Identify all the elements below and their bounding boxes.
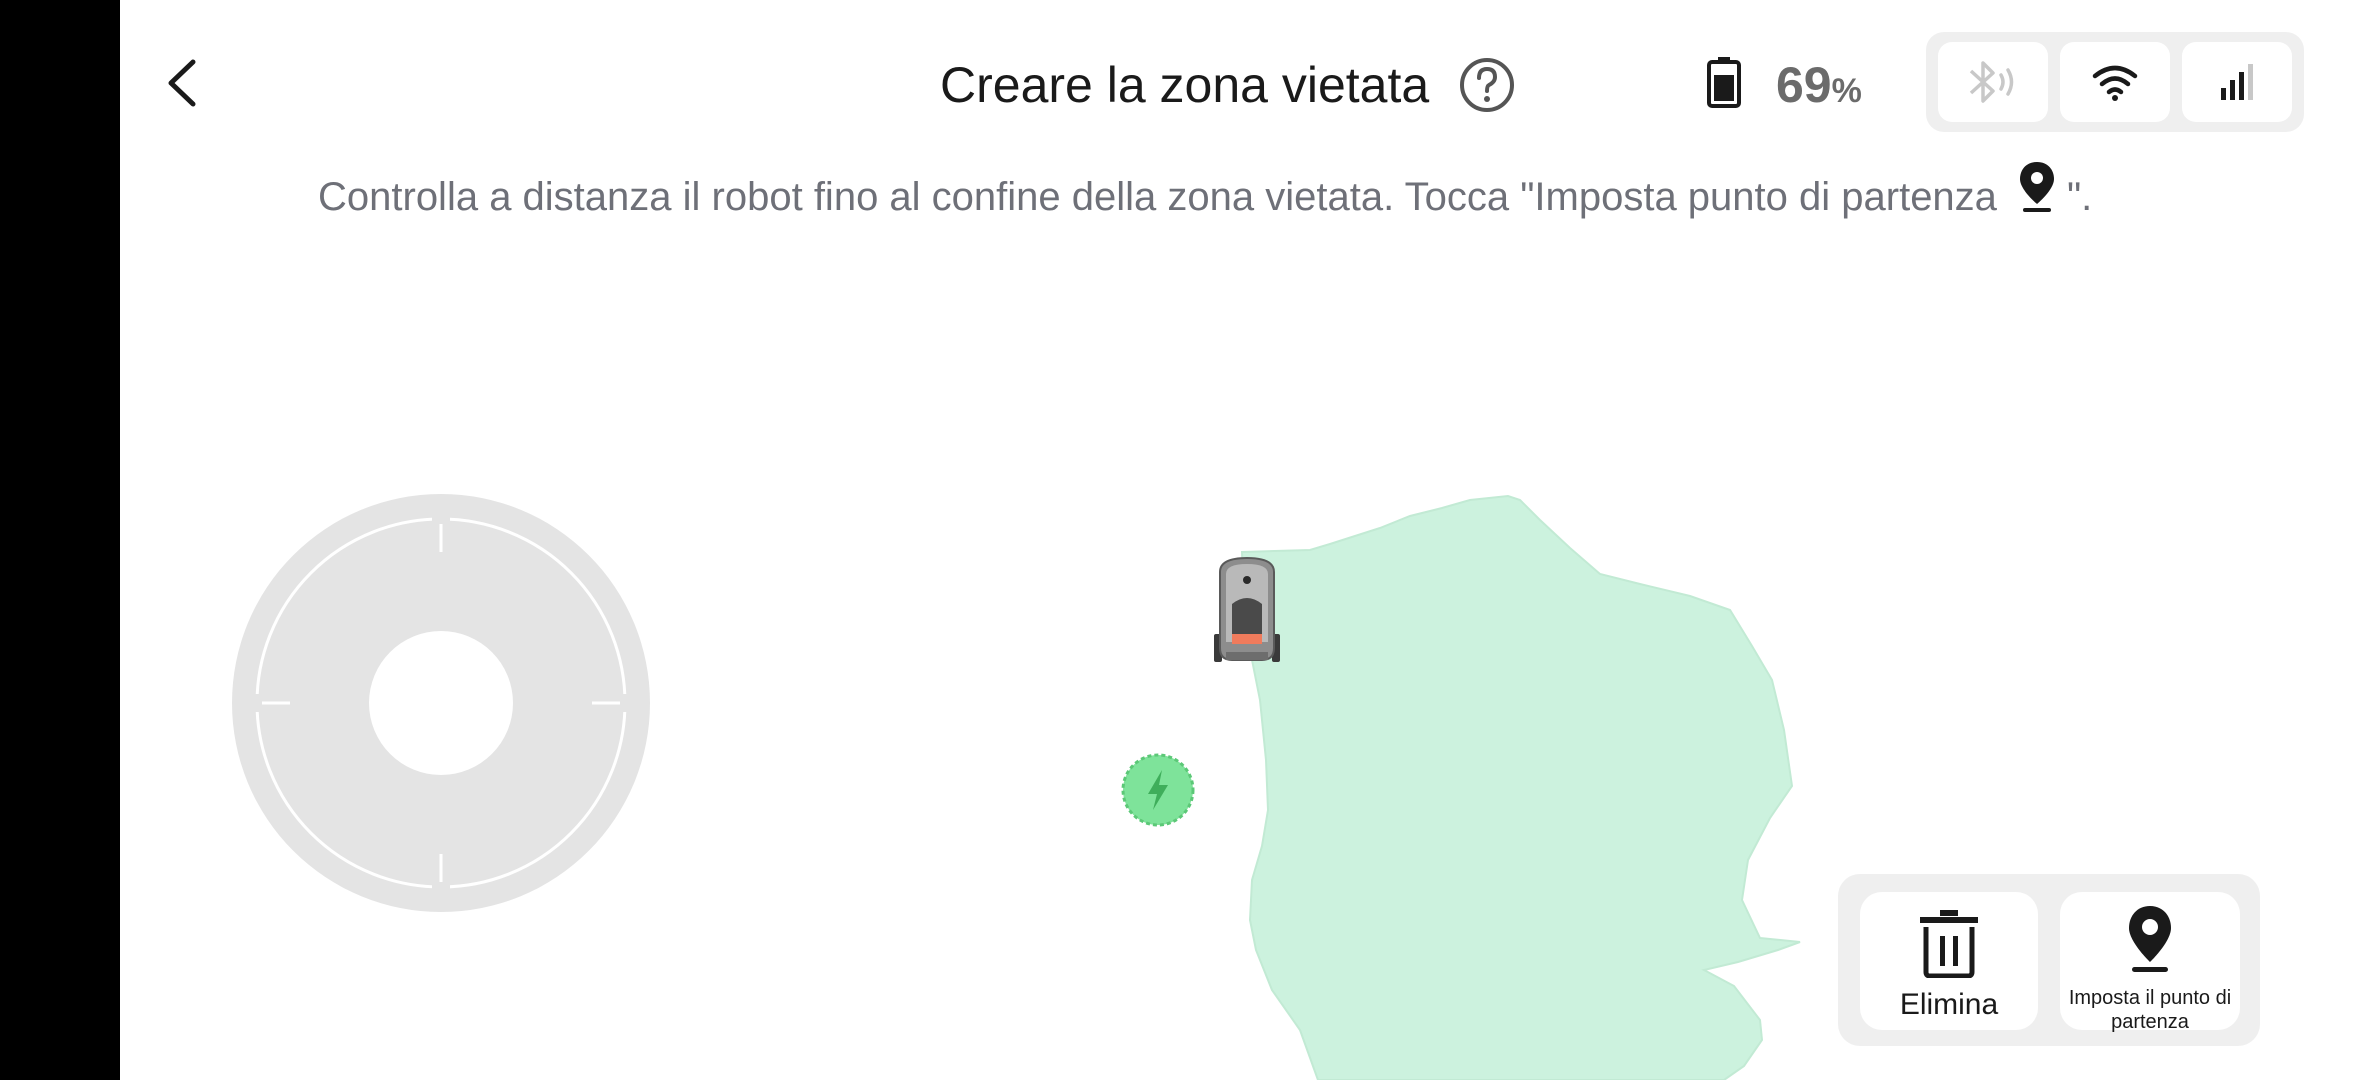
wifi-status[interactable]: [2060, 42, 2170, 122]
bluetooth-icon: [1969, 61, 2014, 103]
instruction-text: Controlla a distanza il robot fino al co…: [318, 160, 2178, 227]
bluetooth-status[interactable]: [1938, 42, 2048, 122]
left-black-bar: [0, 0, 120, 1080]
joystick-knob: [369, 631, 513, 775]
chevron-left-icon: [168, 59, 196, 107]
help-button[interactable]: [1458, 56, 1516, 114]
wifi-icon: [2092, 65, 2138, 101]
connectivity-status-group: [1926, 32, 2304, 132]
charging-station-icon: [1121, 753, 1195, 827]
set-start-point-button[interactable]: Imposta il punto di partenza: [2060, 892, 2240, 1033]
question-circle-icon: [1460, 58, 1514, 112]
battery-value: 69: [1776, 57, 1832, 113]
page-title: Creare la zona vietata: [940, 57, 1430, 113]
instruction-text-end: ".: [2066, 175, 2093, 219]
battery-icon: [1707, 57, 1741, 108]
cellular-status[interactable]: [2182, 42, 2292, 122]
trash-icon: [1920, 910, 1978, 978]
delete-label: Elimina: [1899, 988, 1999, 1021]
back-button[interactable]: [150, 48, 214, 118]
location-pin-icon: [2129, 906, 2171, 972]
delete-button[interactable]: Elimina: [1860, 892, 2038, 1030]
battery-level: 69%: [1776, 52, 1862, 118]
lawn-area: [1240, 494, 1801, 1080]
robot-mower-icon: [1214, 556, 1280, 662]
screen: Creare la zona vietata 69% Controlla a d…: [0, 0, 2376, 1080]
set-start-point-label: Imposta il punto di partenza: [2068, 987, 2232, 1033]
battery-unit: %: [1831, 72, 1862, 110]
action-panel: Elimina Imposta il punto di partenza: [1838, 874, 2260, 1046]
instruction-text-main: Controlla a distanza il robot fino al co…: [318, 175, 1997, 219]
joystick-control[interactable]: [232, 494, 650, 912]
location-pin-icon: [2019, 162, 2054, 212]
cellular-signal-icon: [2221, 64, 2253, 100]
